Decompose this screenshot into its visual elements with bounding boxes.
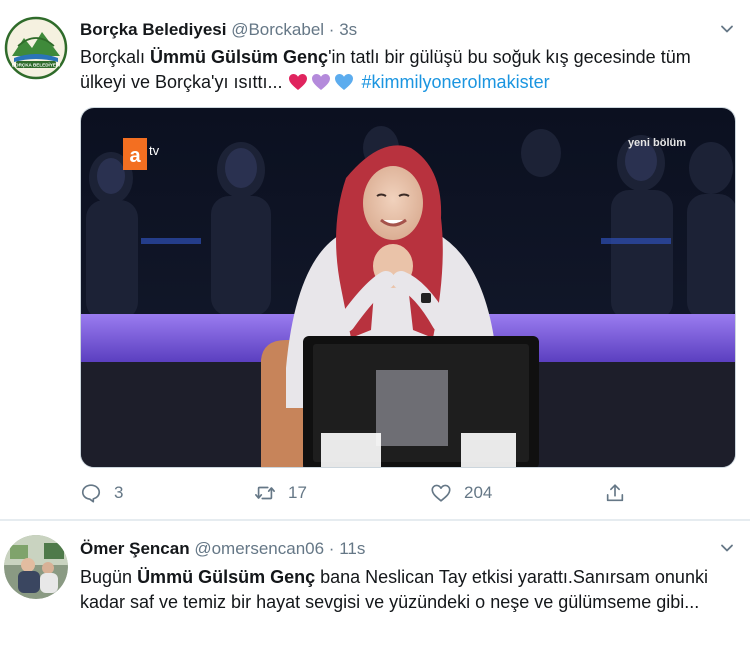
like-icon [431, 484, 451, 502]
text-bold-name: Ümmü Gülsüm Genç [137, 567, 316, 587]
author-handle[interactable]: @Borckabel [231, 20, 324, 39]
timestamp[interactable]: 11s [339, 539, 365, 558]
atv-logo-suffix: tv [149, 143, 160, 158]
avatar[interactable] [4, 535, 68, 599]
borcka-logo: BORÇKA BELEDİYESİ [4, 16, 68, 80]
chevron-down-icon[interactable] [720, 22, 734, 36]
reply-icon [81, 484, 101, 503]
user-photo [4, 535, 68, 599]
separator-dot: · [328, 20, 335, 39]
text-pre: Bugün [80, 567, 138, 587]
chevron-down-icon[interactable] [720, 541, 734, 555]
avatar-logo-text: BORÇKA BELEDİYESİ [12, 62, 61, 68]
like-count: 204 [464, 483, 493, 502]
blue-heart-icon [334, 73, 353, 90]
tweet-text: Bugün Ümmü Gülsüm Genç bana Neslican Tay… [80, 565, 740, 614]
timestamp[interactable]: 3s [339, 20, 357, 39]
like-button[interactable]: 204 [430, 482, 492, 504]
purple-heart-icon [311, 73, 330, 90]
atv-logo-letter: a [129, 145, 141, 167]
tweet-header: Borçka Belediyesi @Borckabel · 3s [80, 20, 357, 40]
text-bold-name: Ümmü Gülsüm Genç [150, 47, 329, 67]
text-pre: Borçkalı [80, 47, 151, 67]
avatar[interactable]: BORÇKA BELEDİYESİ [4, 16, 68, 80]
tweet-actions: 3 17 204 [80, 482, 640, 510]
tweet-media-image[interactable]: a tv yeni bölüm [80, 107, 736, 468]
hashtag-link[interactable]: #kimmilyonerolmakister [362, 72, 550, 92]
reply-button[interactable]: 3 [80, 482, 123, 504]
tweet-header: Ömer Şencan @omersencan06 · 11s [80, 539, 365, 559]
tweet-text: Borçkalı Ümmü Gülsüm Genç'in tatlı bir g… [80, 45, 740, 94]
tv-show-still: a tv yeni bölüm [81, 108, 735, 467]
author-name[interactable]: Borçka Belediyesi [80, 20, 226, 39]
share-icon [606, 484, 624, 502]
author-handle[interactable]: @omersencan06 [194, 539, 324, 558]
tweet[interactable]: BORÇKA BELEDİYESİ Borçka Belediyesi @Bor… [0, 0, 750, 520]
retweet-count: 17 [288, 483, 307, 502]
red-heart-icon [288, 73, 307, 90]
share-button[interactable] [604, 482, 626, 504]
author-name[interactable]: Ömer Şencan [80, 539, 190, 558]
reply-count: 3 [114, 483, 124, 502]
tweet[interactable]: Ömer Şencan @omersencan06 · 11s Bugün Üm… [0, 521, 750, 648]
retweet-button[interactable]: 17 [254, 482, 307, 504]
separator-dot: · [328, 539, 335, 558]
retweet-icon [255, 486, 275, 500]
yeni-bolum-label: yeni bölüm [628, 137, 686, 149]
